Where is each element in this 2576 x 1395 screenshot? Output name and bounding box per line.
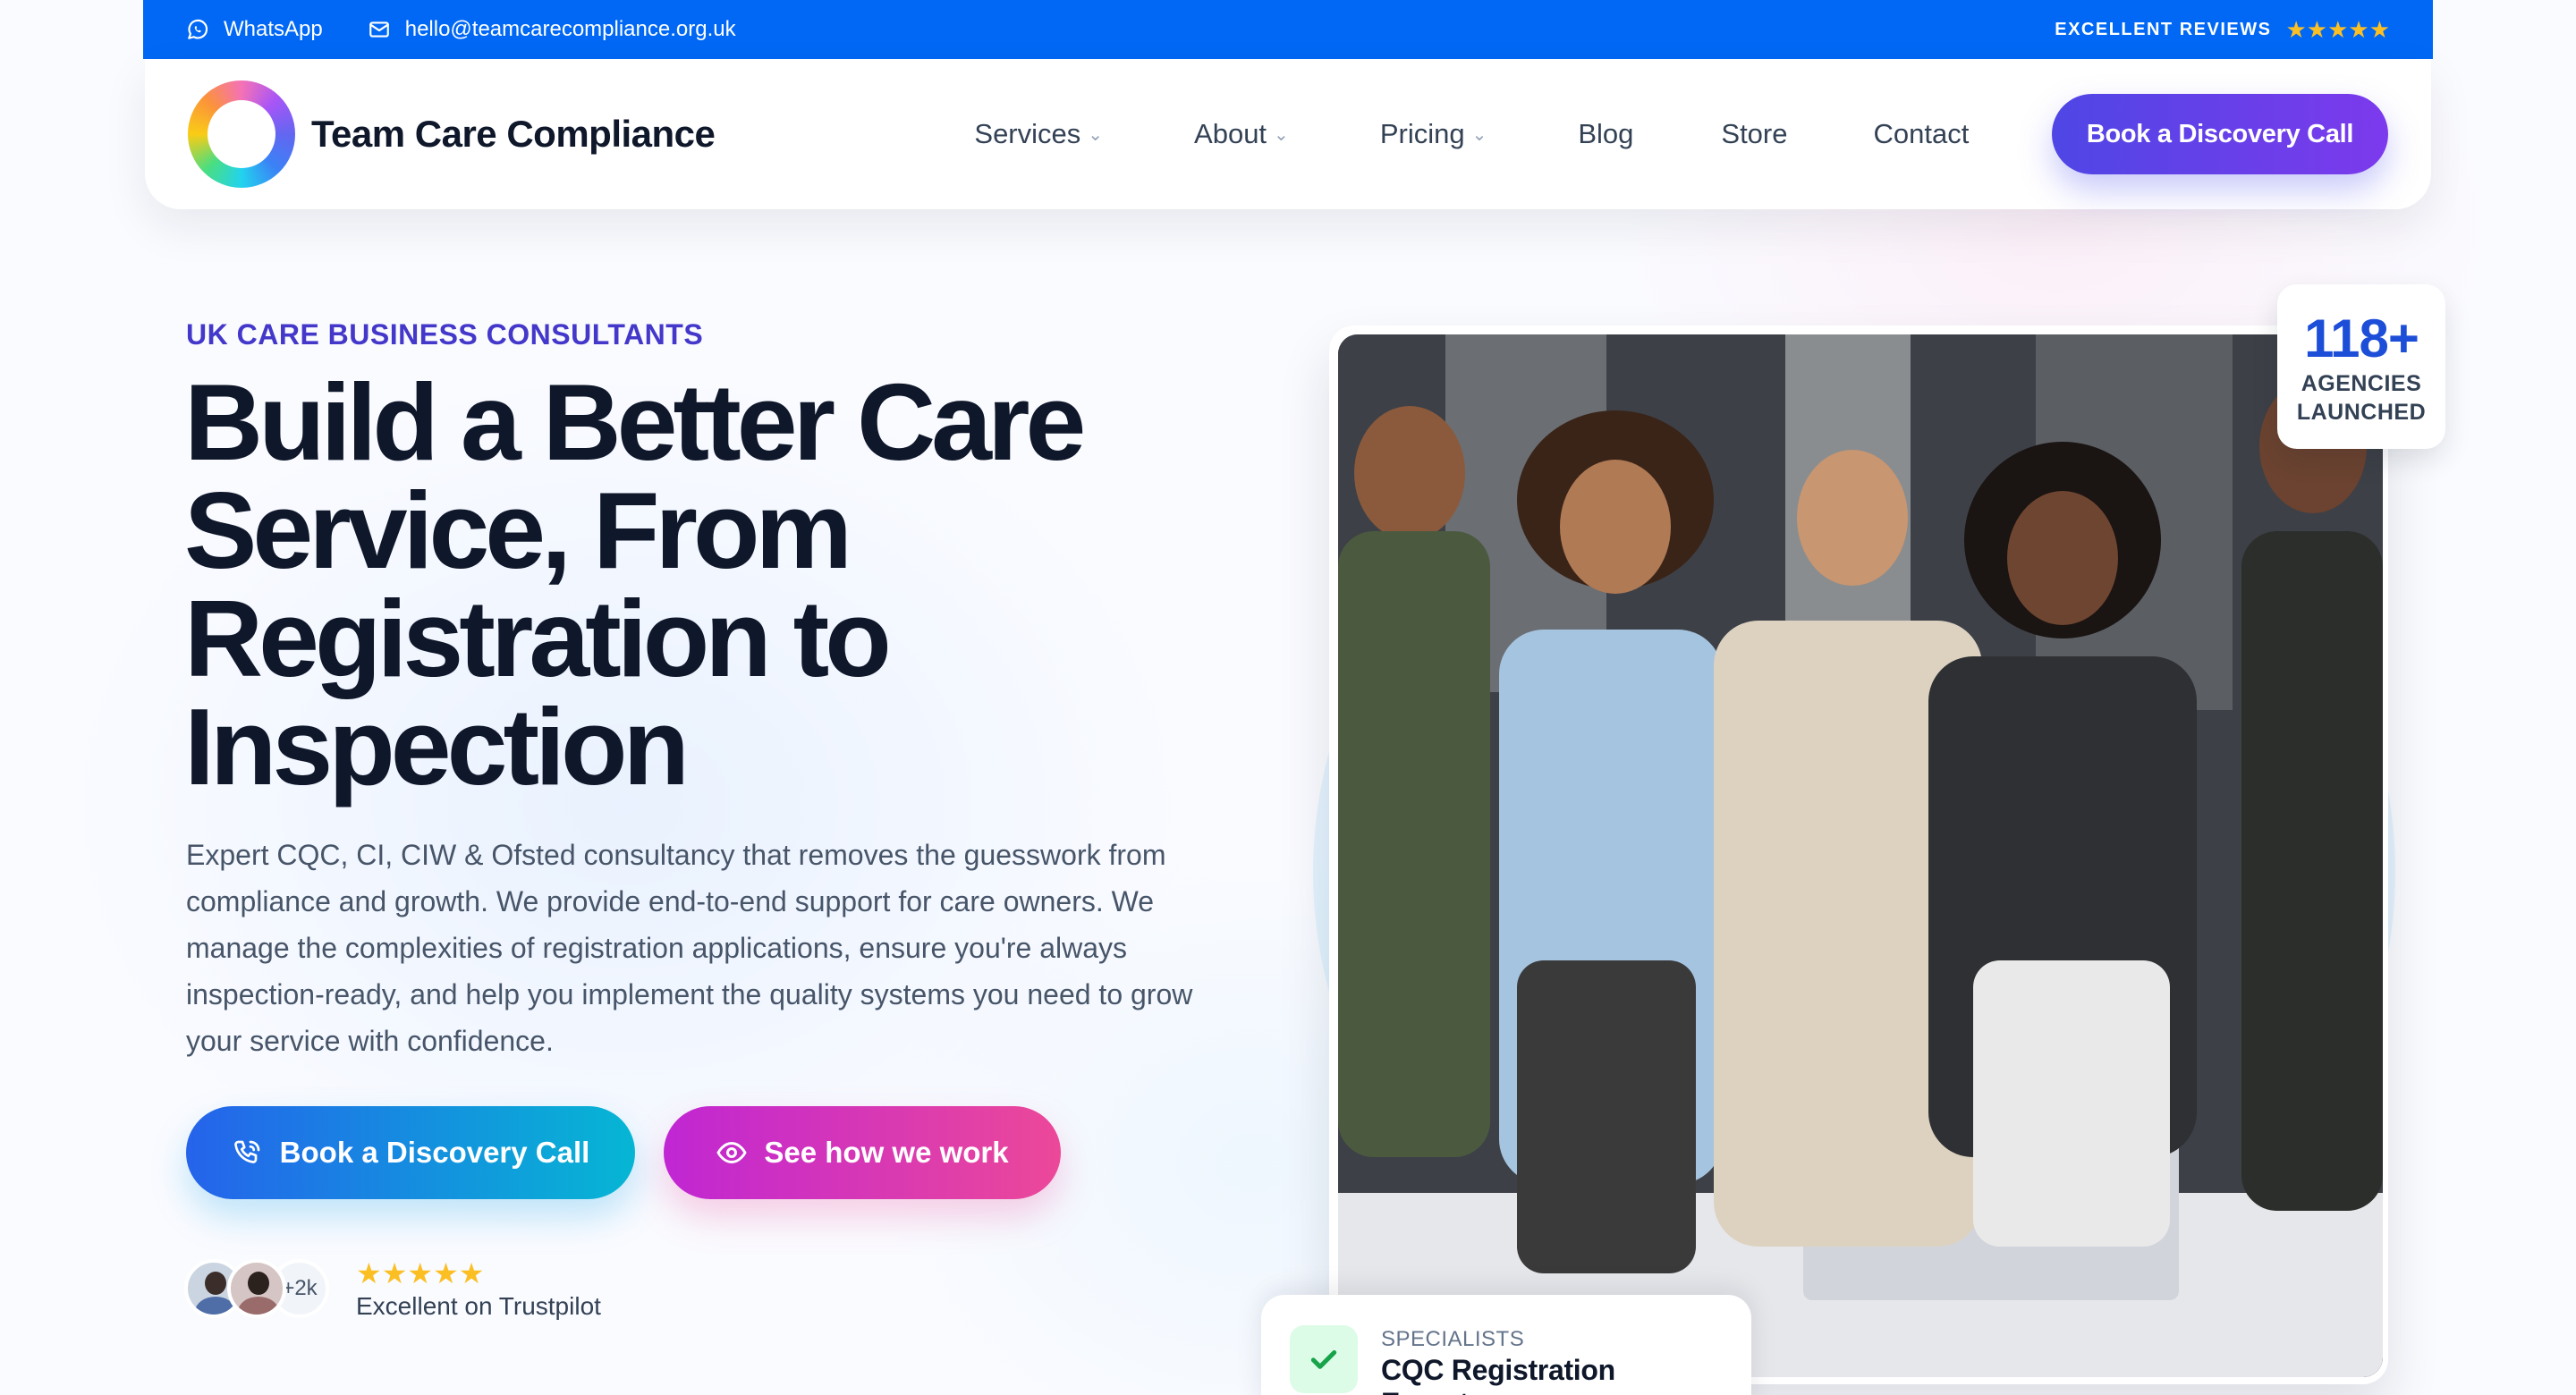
main-navigation: Team Care Compliance Services ⌄ About ⌄ … <box>145 59 2431 209</box>
chevron-down-icon: ⌄ <box>1471 124 1487 145</box>
hero-photo-card <box>1329 326 2388 1384</box>
team-photo-illustration <box>1338 334 2383 1377</box>
whatsapp-link[interactable]: WhatsApp <box>186 17 323 42</box>
eye-icon <box>716 1137 748 1169</box>
nav-item-label: About <box>1194 118 1267 149</box>
stat-label-line: AGENCIES <box>2301 370 2422 396</box>
email-label: hello@teamcarecompliance.org.uk <box>404 17 736 41</box>
email-link[interactable]: hello@teamcarecompliance.org.uk <box>368 17 736 42</box>
whatsapp-icon <box>186 18 209 41</box>
brand-home-link[interactable]: Team Care Compliance <box>188 80 716 188</box>
reviews-label: EXCELLENT REVIEWS <box>2055 19 2272 39</box>
star-rating-icon: ★★★★★ <box>356 1257 485 1289</box>
avatar <box>227 1259 286 1318</box>
chevron-down-icon: ⌄ <box>1274 124 1289 145</box>
top-contact-links: WhatsApp hello@teamcarecompliance.org.uk <box>186 17 736 42</box>
stat-label: AGENCIES LAUNCHED <box>2297 369 2426 427</box>
trustpilot-rating: ★★★★★ Excellent on Trustpilot <box>356 1256 601 1321</box>
brand-name: Team Care Compliance <box>311 113 716 155</box>
nav-links: Services ⌄ About ⌄ Pricing ⌄ Blog Store … <box>974 118 1969 150</box>
whatsapp-label: WhatsApp <box>224 17 323 41</box>
top-contact-bar: WhatsApp hello@teamcarecompliance.org.uk… <box>143 0 2433 59</box>
book-discovery-call-button[interactable]: Book a Discovery Call <box>186 1106 635 1199</box>
nav-item-label: Contact <box>1873 118 1970 149</box>
nav-item-store[interactable]: Store <box>1721 118 1787 150</box>
hero-eyebrow: UK CARE BUSINESS CONSULTANTS <box>186 318 704 351</box>
headline-line: Registration to <box>184 578 892 699</box>
chevron-down-icon: ⌄ <box>1088 124 1104 145</box>
see-how-we-work-button[interactable]: See how we work <box>664 1106 1061 1199</box>
agencies-launched-badge: 118+ AGENCIES LAUNCHED <box>2277 284 2445 449</box>
brand-logo-icon <box>188 80 295 188</box>
nav-item-label: Pricing <box>1379 118 1465 149</box>
star-icon: ★★★★★ <box>2285 15 2390 43</box>
mail-icon <box>368 18 391 41</box>
specialists-eyebrow: SPECIALISTS <box>1381 1327 1525 1351</box>
nav-item-contact[interactable]: Contact <box>1874 118 1970 150</box>
rating-text: Excellent on Trustpilot <box>356 1292 601 1320</box>
headline-line: Build a Better Care <box>184 361 1086 483</box>
hero-headline: Build a Better Care Service, From Regist… <box>184 368 1347 801</box>
team-photo <box>1338 334 2383 1377</box>
reviews-summary: EXCELLENT REVIEWS ★★★★★ <box>2055 16 2390 44</box>
social-proof: +2k ★★★★★ Excellent on Trustpilot <box>184 1256 601 1321</box>
specialists-text: SPECIALISTS CQC Registration Experts <box>1381 1325 1724 1395</box>
specialists-title: CQC Registration Experts <box>1381 1354 1615 1395</box>
stat-number: 118+ <box>2304 308 2419 368</box>
nav-item-label: Blog <box>1578 118 1634 149</box>
hero-description: Expert CQC, CI, CIW & Ofsted consultancy… <box>186 839 1193 1057</box>
headline-line: Service, From <box>184 469 852 591</box>
specialists-card: SPECIALISTS CQC Registration Experts <box>1261 1295 1751 1395</box>
nav-item-blog[interactable]: Blog <box>1578 118 1633 150</box>
nav-item-label: Store <box>1721 118 1788 149</box>
nav-item-label: Services <box>974 118 1081 149</box>
book-discovery-call-label: Book a Discovery Call <box>279 1136 590 1169</box>
headline-line: Inspection <box>184 686 690 807</box>
nav-item-about[interactable]: About ⌄ <box>1194 118 1289 150</box>
check-icon <box>1290 1325 1358 1393</box>
see-how-we-work-label: See how we work <box>764 1136 1009 1169</box>
book-discovery-call-nav-button[interactable]: Book a Discovery Call <box>2052 94 2388 174</box>
stat-label-line: LAUNCHED <box>2296 399 2427 425</box>
nav-item-pricing[interactable]: Pricing ⌄ <box>1380 118 1487 150</box>
nav-item-services[interactable]: Services ⌄ <box>974 118 1103 150</box>
phone-call-icon <box>232 1137 264 1169</box>
